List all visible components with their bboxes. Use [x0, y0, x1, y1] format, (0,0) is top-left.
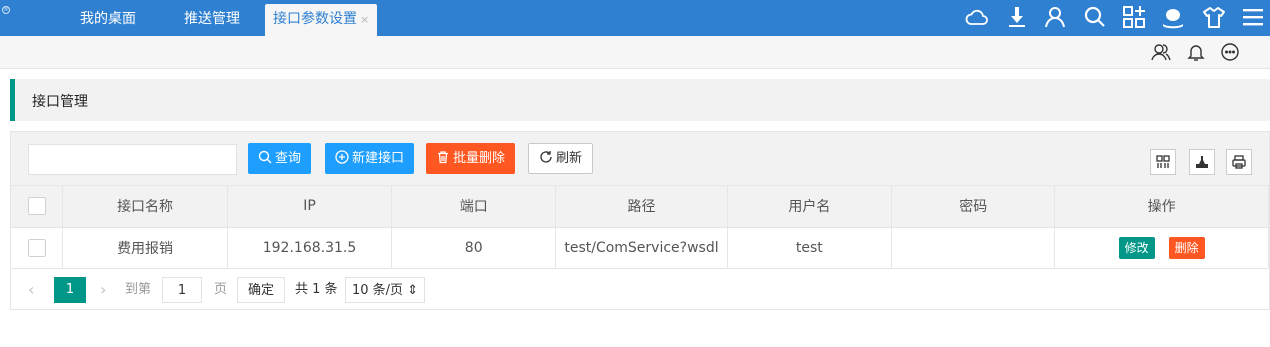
batch-delete-label: 批量删除 — [453, 151, 506, 166]
users-icon[interactable] — [1151, 42, 1171, 62]
search-input[interactable] — [28, 144, 237, 175]
batch-delete-button[interactable]: 批量删除 — [426, 143, 516, 174]
row-checkbox[interactable] — [27, 238, 46, 257]
columns-icon[interactable] — [1150, 149, 1176, 175]
query-button-label: 查询 — [275, 151, 302, 166]
search-icon[interactable] — [1082, 4, 1108, 30]
download-icon[interactable] — [1004, 4, 1030, 30]
page-number-current[interactable]: 1 — [54, 277, 86, 303]
cell-path: test/ComService?wsdl — [555, 227, 728, 269]
select-all-checkbox[interactable] — [27, 197, 46, 216]
tab-interface-params[interactable]: 接口参数设置 × — [265, 4, 378, 36]
page-size-select[interactable]: 10 条/页 ⇕ — [345, 277, 426, 303]
refresh-icon — [540, 151, 552, 163]
tab-push-management[interactable]: 推送管理 — [184, 0, 240, 36]
select-arrows-icon: ⇕ — [407, 283, 419, 298]
table-header-row: 接口名称 IP 端口 路径 用户名 密码 操作 — [11, 186, 1269, 228]
page-title: 接口管理 — [32, 94, 88, 110]
tab-close-icon[interactable]: × — [360, 13, 369, 26]
secondary-toolbar — [0, 36, 1270, 69]
goto-suffix-label: 页 — [214, 282, 228, 297]
column-header: 用户名 — [727, 186, 893, 228]
cell-actions: 修改 删除 — [1054, 227, 1269, 269]
top-navbar: ® 我的桌面 推送管理 接口参数设置 × — [0, 0, 1270, 36]
column-header: 密码 — [891, 186, 1056, 228]
add-interface-label: 新建接口 — [352, 151, 405, 166]
chat-icon[interactable] — [1220, 42, 1240, 62]
page-size-value: 10 条/页 — [352, 283, 404, 298]
cell-port: 80 — [391, 227, 557, 269]
tab-interface-params-label: 接口参数设置 — [273, 11, 357, 27]
apps-icon[interactable] — [1121, 4, 1147, 30]
user-icon[interactable] — [1042, 4, 1068, 30]
column-header: IP — [227, 186, 393, 228]
trash-icon — [438, 151, 448, 164]
goto-page-input[interactable]: 1 — [162, 277, 202, 303]
column-header: 接口名称 — [62, 186, 228, 228]
total-count: 共 1 条 — [295, 282, 338, 297]
column-header: 端口 — [391, 186, 557, 228]
table-row: 费用报销 192.168.31.5 80 test/ComService?wsd… — [11, 227, 1269, 269]
column-header: 路径 — [555, 186, 728, 228]
goto-prefix-label: 到第 — [125, 282, 152, 297]
row-select-cell — [11, 227, 64, 269]
goto-confirm-button[interactable]: 确定 — [237, 277, 286, 303]
tab-my-desktop[interactable]: 我的桌面 — [80, 0, 136, 36]
print-icon[interactable] — [1226, 149, 1252, 175]
table-toolbar: 查询 新建接口 批量删除 刷新 — [11, 132, 1269, 186]
refresh-button[interactable]: 刷新 — [528, 143, 594, 174]
cell-username: test — [727, 227, 893, 269]
query-button[interactable]: 查询 — [248, 143, 312, 174]
menu-icon[interactable] — [1240, 4, 1266, 30]
select-all-cell — [11, 186, 64, 228]
add-interface-button[interactable]: 新建接口 — [325, 143, 415, 174]
cell-ip: 192.168.31.5 — [227, 227, 393, 269]
page-title-bar: 接口管理 — [10, 79, 1270, 121]
refresh-label: 刷新 — [556, 151, 583, 166]
export-icon[interactable] — [1189, 149, 1215, 175]
cell-name: 费用报销 — [62, 227, 228, 269]
skin-icon[interactable] — [1160, 4, 1186, 30]
cloud-icon[interactable] — [964, 4, 990, 30]
column-header: 操作 — [1054, 186, 1269, 228]
shirt-icon[interactable] — [1201, 4, 1227, 30]
interface-table: 接口名称 IP 端口 路径 用户名 密码 操作 费用报销 192.168.31.… — [11, 186, 1269, 269]
next-page-icon[interactable]: › — [100, 277, 106, 303]
delete-button[interactable]: 删除 — [1168, 236, 1205, 259]
bell-icon[interactable] — [1186, 42, 1206, 62]
edit-button[interactable]: 修改 — [1118, 236, 1155, 259]
registered-mark-icon: ® — [2, 6, 10, 14]
pagination: ‹ 1 › 到第 1 页 确定 共 1 条 10 条/页 ⇕ — [11, 268, 1269, 310]
search-icon — [258, 150, 272, 164]
add-circle-icon — [335, 150, 349, 164]
prev-page-icon[interactable]: ‹ — [28, 277, 34, 303]
cell-password — [891, 227, 1056, 269]
interface-table-panel: 查询 新建接口 批量删除 刷新 接口名称 IP 端口 路径 用户名 密码 操作 … — [10, 131, 1270, 310]
